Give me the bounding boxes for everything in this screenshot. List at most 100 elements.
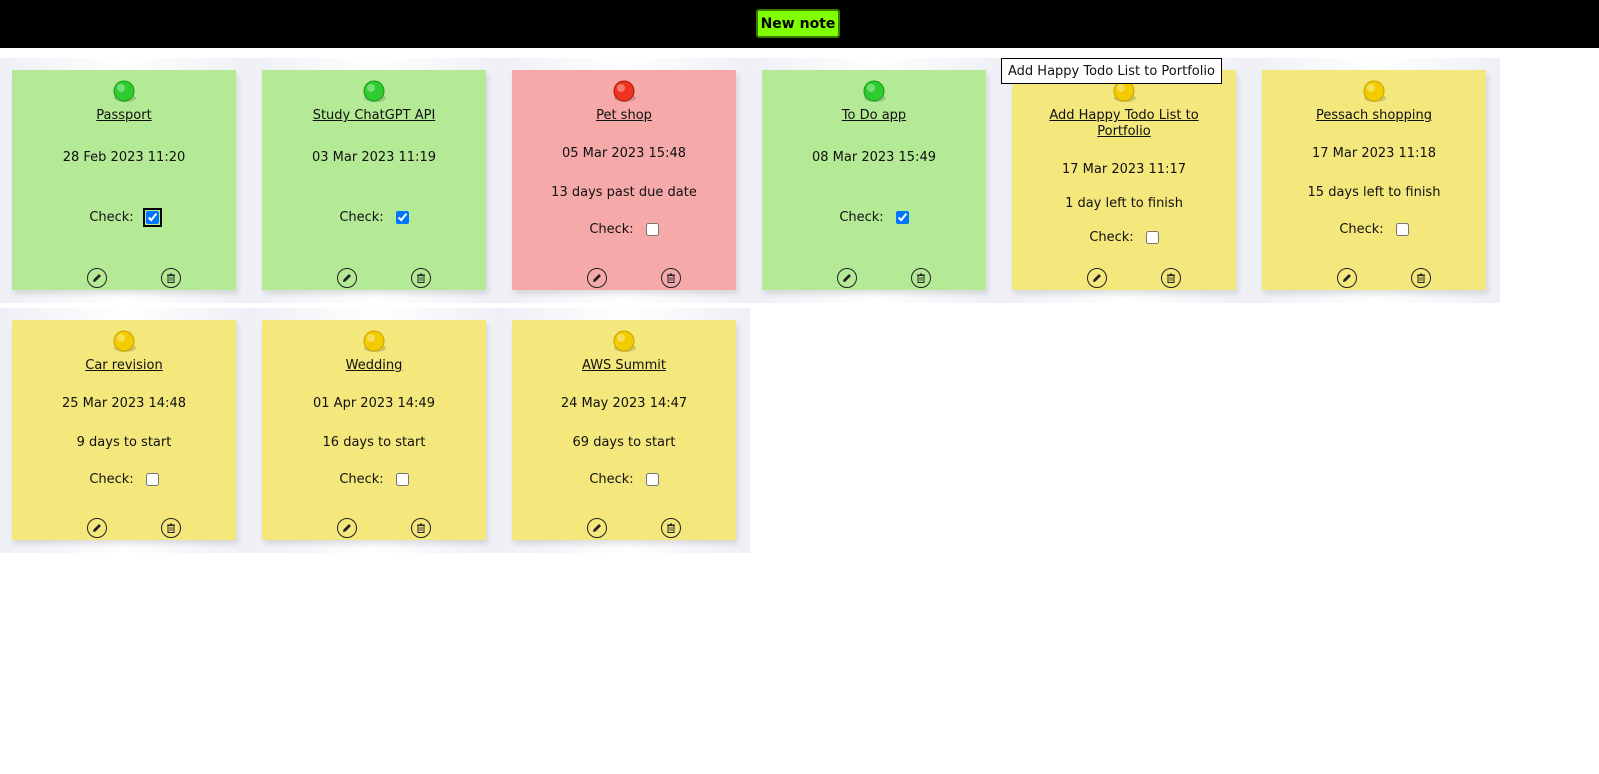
done-checkbox[interactable] — [395, 473, 409, 486]
note-status: 16 days to start — [322, 435, 426, 450]
check-label: Check: — [839, 210, 884, 225]
note-paper: Pessach shopping 17 Mar 2023 11:18 15 da… — [1262, 70, 1486, 290]
check-row: Check: — [1262, 222, 1486, 238]
note-status: 69 days to start — [572, 435, 676, 450]
delete-button[interactable] — [661, 268, 681, 288]
delete-button[interactable] — [161, 268, 181, 288]
edit-button[interactable] — [87, 518, 107, 538]
note-paper: Car revision 25 Mar 2023 14:48 9 days to… — [12, 320, 236, 540]
note-title[interactable]: Add Happy Todo List to Portfolio — [1032, 108, 1216, 140]
note-title[interactable]: Passport — [32, 108, 216, 124]
note-date: 28 Feb 2023 11:20 — [62, 150, 186, 165]
note-status: 15 days left to finish — [1307, 185, 1441, 200]
note-date: 17 Mar 2023 11:17 — [1061, 162, 1186, 177]
done-checkbox[interactable] — [145, 473, 159, 486]
check-row: Check: — [262, 210, 486, 226]
check-label: Check: — [1089, 230, 1134, 245]
pencil-icon — [1343, 274, 1351, 282]
trash-icon — [917, 273, 925, 283]
pencil-icon — [593, 274, 601, 282]
delete-button[interactable] — [161, 518, 181, 538]
trash-icon — [1167, 273, 1175, 283]
note-date: 17 Mar 2023 11:18 — [1311, 146, 1436, 161]
trash-icon — [167, 273, 175, 283]
pushpin-icon — [1358, 80, 1390, 106]
delete-button[interactable] — [1161, 268, 1181, 288]
edit-button[interactable] — [1337, 268, 1357, 288]
note-title[interactable]: Wedding — [282, 358, 466, 374]
check-row: Check: — [512, 472, 736, 488]
check-label: Check: — [589, 472, 634, 487]
pushpin-icon — [108, 330, 140, 356]
done-checkbox[interactable] — [142, 208, 162, 227]
pencil-icon — [343, 274, 351, 282]
note-paper: AWS Summit 24 May 2023 14:47 69 days to … — [512, 320, 736, 540]
note-paper: Pet shop 05 Mar 2023 15:48 13 days past … — [512, 70, 736, 290]
trash-icon — [1417, 273, 1425, 283]
pushpin-icon — [108, 80, 140, 106]
edit-button[interactable] — [87, 268, 107, 288]
note-card: Add Happy Todo List to Portfolio 17 Mar … — [1000, 58, 1250, 303]
pencil-icon — [1093, 274, 1101, 282]
trash-icon — [667, 523, 675, 533]
check-label: Check: — [339, 472, 384, 487]
check-row: Check: — [1012, 230, 1236, 246]
title-tooltip: Add Happy Todo List to Portfolio — [1001, 58, 1222, 84]
check-label: Check: — [89, 472, 134, 487]
edit-button[interactable] — [337, 268, 357, 288]
note-card: Pessach shopping 17 Mar 2023 11:18 15 da… — [1250, 58, 1500, 303]
pushpin-icon — [358, 80, 390, 106]
note-date: 03 Mar 2023 11:19 — [311, 150, 436, 165]
new-note-button[interactable]: New note — [756, 9, 840, 38]
delete-button[interactable] — [1411, 268, 1431, 288]
delete-button[interactable] — [661, 518, 681, 538]
delete-button[interactable] — [411, 518, 431, 538]
note-card: AWS Summit 24 May 2023 14:47 69 days to … — [500, 308, 750, 553]
done-checkbox[interactable] — [395, 211, 409, 224]
check-row: Check: — [262, 472, 486, 488]
edit-button[interactable] — [837, 268, 857, 288]
delete-button[interactable] — [911, 268, 931, 288]
check-row: Check: — [762, 210, 986, 226]
pencil-icon — [93, 274, 101, 282]
edit-button[interactable] — [587, 268, 607, 288]
delete-button[interactable] — [411, 268, 431, 288]
check-label: Check: — [589, 222, 634, 237]
edit-button[interactable] — [587, 518, 607, 538]
note-date: 25 Mar 2023 14:48 — [61, 396, 186, 411]
pencil-icon — [843, 274, 851, 282]
done-checkbox[interactable] — [1145, 231, 1159, 244]
note-paper: Add Happy Todo List to Portfolio 17 Mar … — [1012, 70, 1236, 290]
done-checkbox[interactable] — [645, 473, 659, 486]
pushpin-icon — [358, 330, 390, 356]
pencil-icon — [93, 524, 101, 532]
trash-icon — [667, 273, 675, 283]
check-row: Check: — [12, 472, 236, 488]
note-paper: Wedding 01 Apr 2023 14:49 16 days to sta… — [262, 320, 486, 540]
note-title[interactable]: Pessach shopping — [1282, 108, 1466, 124]
note-card: To Do app 08 Mar 2023 15:49 Check: — [750, 58, 1000, 303]
note-card: Pet shop 05 Mar 2023 15:48 13 days past … — [500, 58, 750, 303]
note-title[interactable]: Pet shop — [532, 108, 716, 124]
note-paper: To Do app 08 Mar 2023 15:49 Check: — [762, 70, 986, 290]
pushpin-icon — [608, 80, 640, 106]
done-checkbox[interactable] — [1395, 223, 1409, 236]
note-status: 9 days to start — [76, 435, 172, 450]
note-card: Wedding 01 Apr 2023 14:49 16 days to sta… — [250, 308, 500, 553]
edit-button[interactable] — [1087, 268, 1107, 288]
note-status: 1 day left to finish — [1065, 196, 1183, 211]
done-checkbox[interactable] — [895, 211, 909, 224]
trash-icon — [417, 523, 425, 533]
trash-icon — [167, 523, 175, 533]
note-paper: Study ChatGPT API 03 Mar 2023 11:19 Chec… — [262, 70, 486, 290]
note-card: Passport 28 Feb 2023 11:20 Check: — [0, 58, 250, 303]
done-checkbox[interactable] — [645, 223, 659, 236]
edit-button[interactable] — [337, 518, 357, 538]
check-label: Check: — [1339, 222, 1384, 237]
note-title[interactable]: Car revision — [32, 358, 216, 374]
check-label: Check: — [339, 210, 384, 225]
note-title[interactable]: AWS Summit — [532, 358, 716, 374]
note-title[interactable]: Study ChatGPT API — [282, 108, 466, 124]
note-title[interactable]: To Do app — [782, 108, 966, 124]
check-row: Check: — [512, 222, 736, 238]
